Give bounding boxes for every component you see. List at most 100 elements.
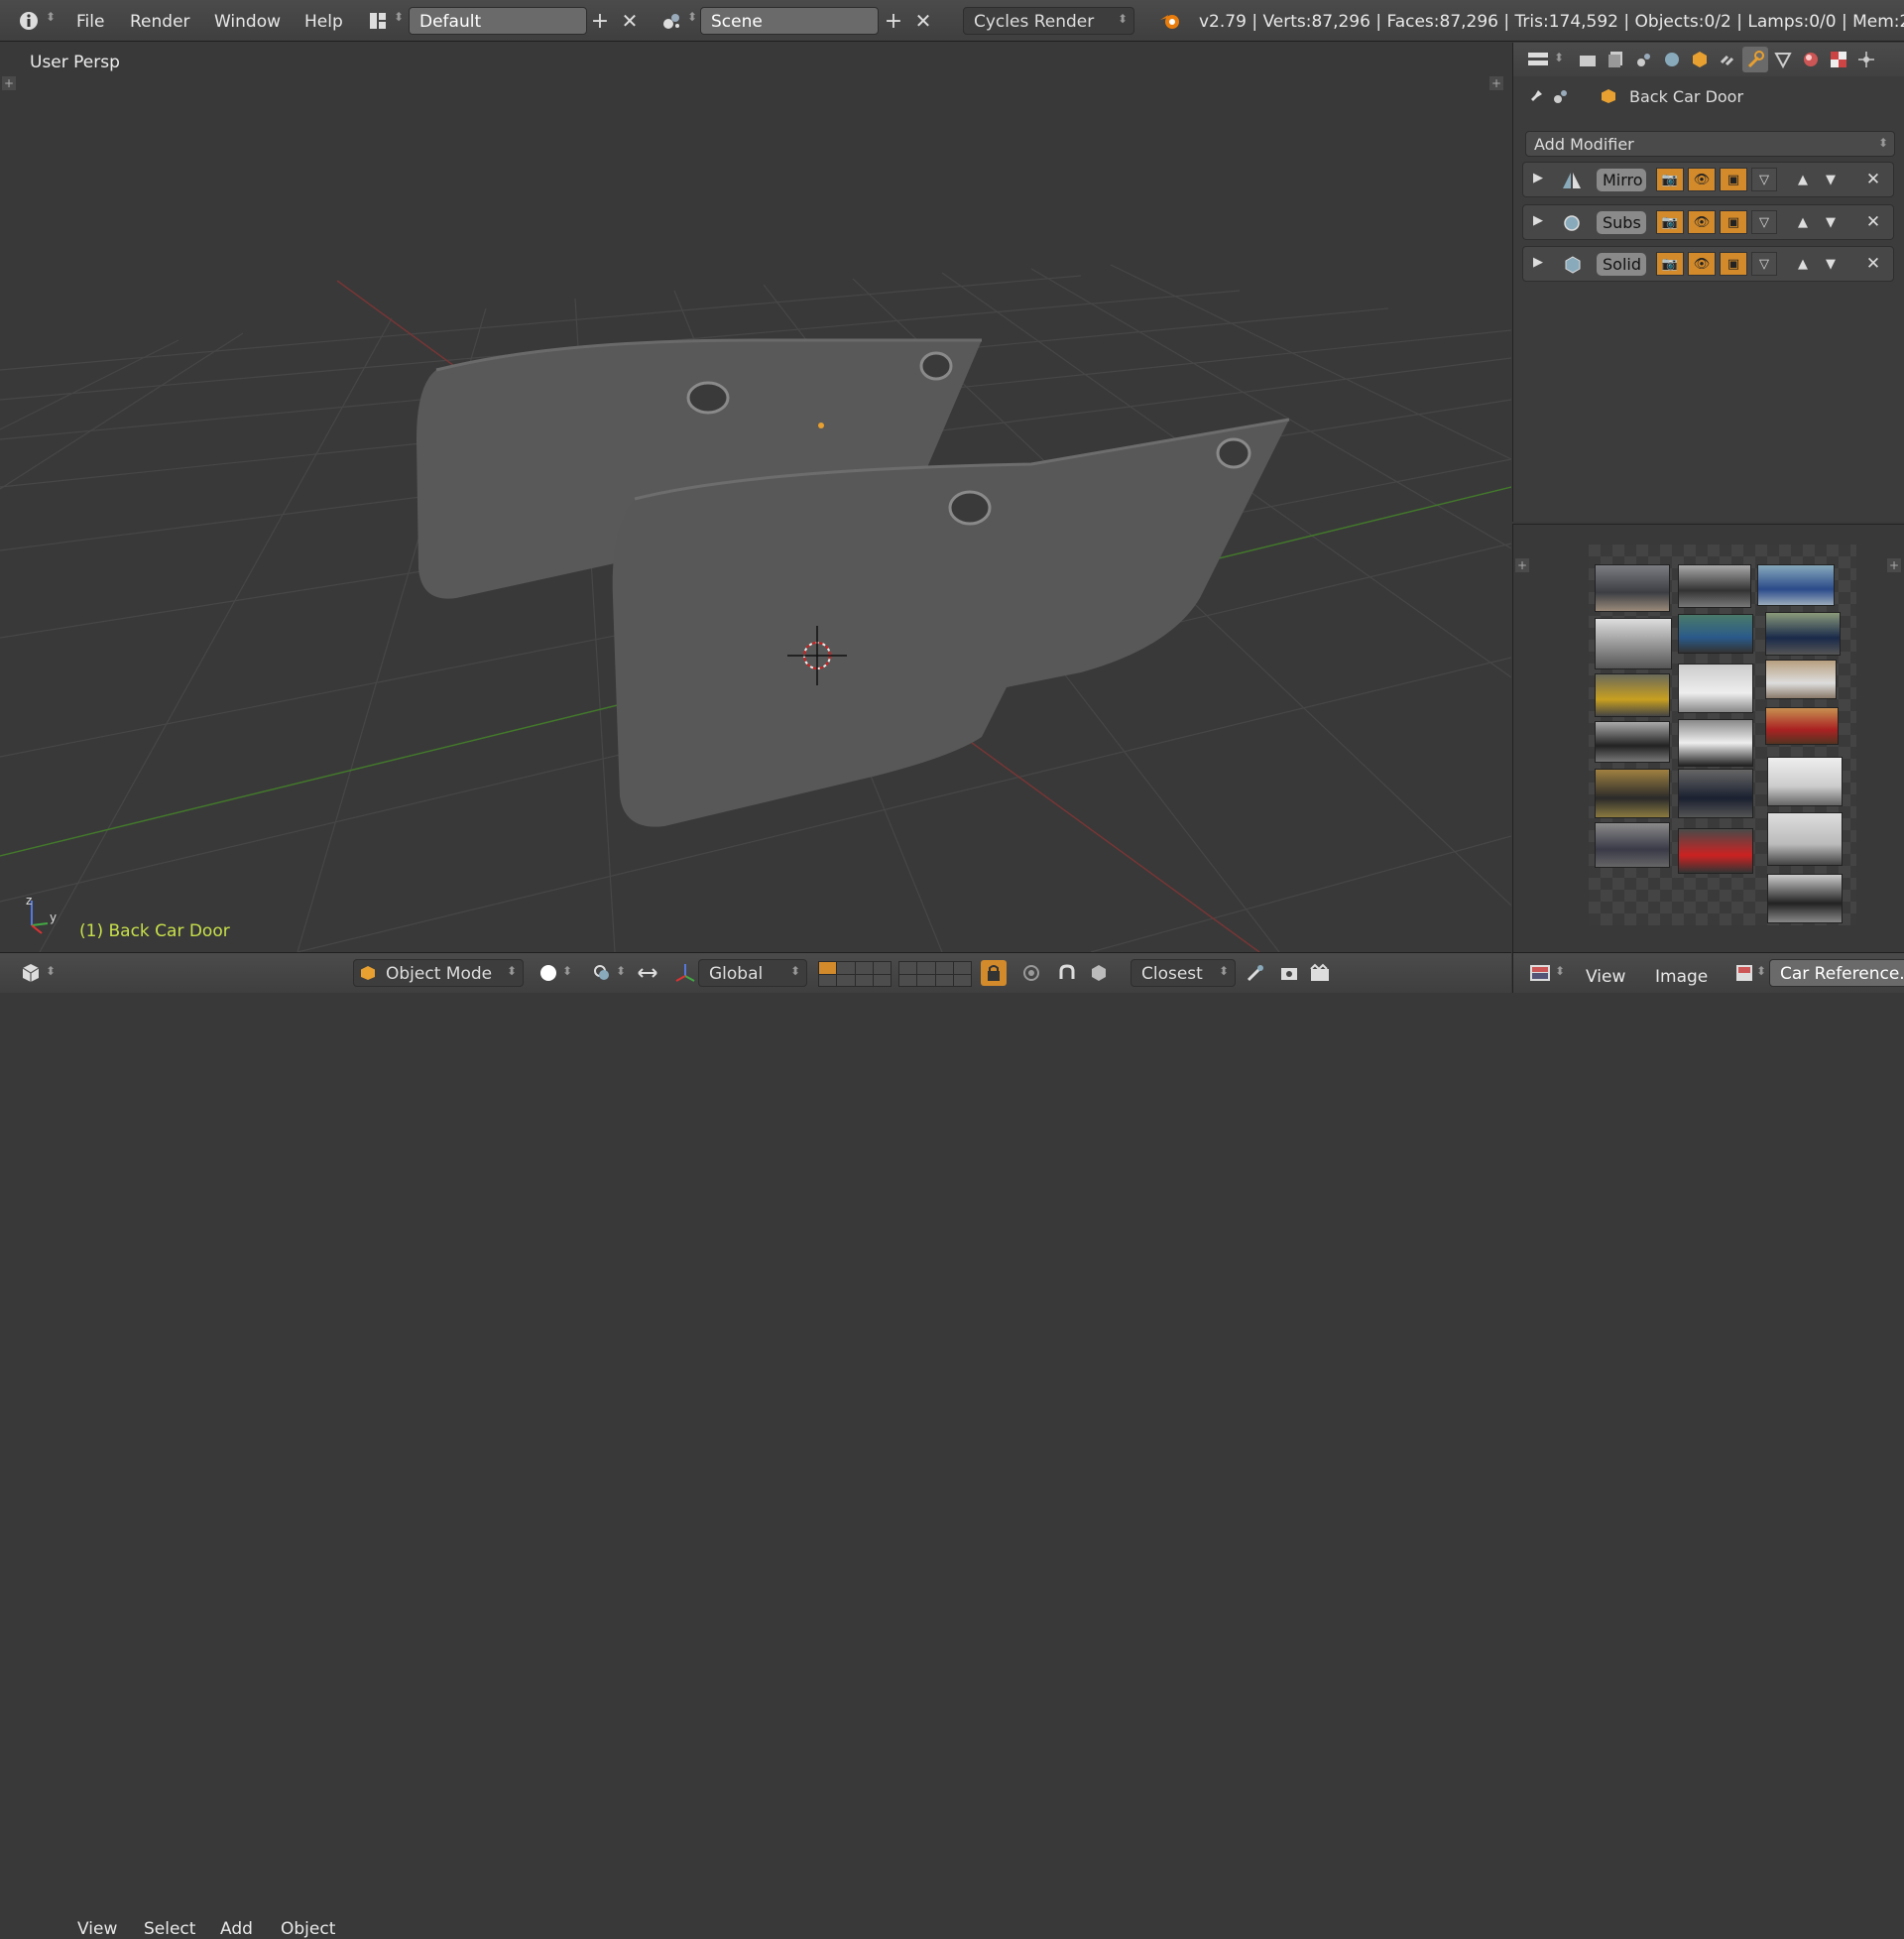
menu-help[interactable]: Help [304, 12, 343, 32]
constraints-tab-icon[interactable] [1715, 47, 1740, 72]
pivot-point-icon[interactable] [589, 960, 615, 986]
cage-toggle-icon[interactable]: ▽ [1751, 168, 1777, 191]
opengl-animation-icon[interactable] [1307, 960, 1333, 986]
browse-image-icon[interactable] [1731, 960, 1757, 986]
viewport-shading-icon[interactable] [536, 960, 561, 986]
layout-name-field[interactable]: Default [409, 7, 587, 35]
manipulator-icon[interactable] [635, 960, 660, 986]
transform-orientation-icon[interactable] [672, 960, 698, 986]
interaction-mode-select[interactable]: Object Mode ⬍ [353, 959, 524, 987]
object-tab-icon[interactable] [1687, 47, 1713, 72]
viewport-toggle-icon[interactable]: 👁 [1688, 168, 1716, 191]
render-toggle-icon[interactable]: 📷 [1656, 210, 1684, 234]
menu-image[interactable]: Image [1655, 967, 1708, 987]
image-sidebar-expand-icon[interactable]: + [1887, 558, 1901, 572]
render-layers-tab-icon[interactable] [1604, 47, 1629, 72]
3d-viewport[interactable]: z y User Persp (1) Back Car Door + + [0, 43, 1511, 952]
props-arrows-icon[interactable]: ⬍ [1554, 51, 1564, 64]
add-modifier-select[interactable]: Add Modifier ⬍ [1525, 131, 1895, 157]
properties-editor-icon[interactable] [1525, 47, 1551, 72]
move-down-icon[interactable]: ▼ [1818, 252, 1844, 276]
physics-tab-icon[interactable] [1853, 47, 1879, 72]
pivot-arrows-icon[interactable]: ⬍ [616, 964, 626, 978]
modifier-row-solidify[interactable]: ▶ Solid 📷 👁 ▣ ▽ ▲ ▼ ✕ [1522, 246, 1894, 282]
scene-layers-group-1[interactable] [818, 961, 892, 987]
3d-view-editor-icon[interactable] [18, 960, 44, 986]
editmode-toggle-icon[interactable]: ▣ [1720, 210, 1747, 234]
layout-arrows-icon[interactable]: ⬍ [394, 10, 404, 24]
lock-camera-to-view-icon[interactable] [981, 960, 1007, 986]
expand-triangle-icon[interactable]: ▶ [1533, 255, 1543, 270]
scene-name-field[interactable]: Scene [700, 7, 879, 35]
viewport-toggle-icon[interactable]: 👁 [1688, 252, 1716, 276]
add-scene-icon[interactable]: + [881, 8, 906, 34]
editor-arrows-icon[interactable]: ⬍ [46, 964, 56, 978]
proportional-edit-icon[interactable] [1018, 960, 1044, 986]
material-tab-icon[interactable] [1798, 47, 1824, 72]
menu-select[interactable]: Select [144, 1919, 195, 1939]
modifier-name-field[interactable]: Solid [1597, 253, 1646, 276]
render-tab-icon[interactable] [1575, 47, 1601, 72]
expand-triangle-icon[interactable]: ▶ [1533, 213, 1543, 228]
cage-toggle-icon[interactable]: ▽ [1751, 252, 1777, 276]
snap-target-select[interactable]: Closest ⬍ [1130, 959, 1236, 987]
render-engine-select[interactable]: Cycles Render ⬍ [963, 7, 1134, 35]
cage-toggle-icon[interactable]: ▽ [1751, 210, 1777, 234]
align-rotation-icon[interactable] [1243, 960, 1268, 986]
scene-icon[interactable] [658, 8, 684, 34]
world-tab-icon[interactable] [1659, 47, 1685, 72]
menu-render[interactable]: Render [130, 12, 190, 32]
modifier-name-field[interactable]: Subs [1597, 211, 1646, 234]
snap-toggle-icon[interactable] [1054, 960, 1080, 986]
orientation-select[interactable]: Global ⬍ [698, 959, 807, 987]
menu-file[interactable]: File [76, 12, 104, 32]
render-toggle-icon[interactable]: 📷 [1656, 252, 1684, 276]
render-toggle-icon[interactable]: 📷 [1656, 168, 1684, 191]
menu-view[interactable]: View [77, 1919, 117, 1939]
move-up-icon[interactable]: ▲ [1790, 252, 1816, 276]
shading-arrows-icon[interactable]: ⬍ [562, 964, 572, 978]
top-header: ⬍ File Render Window Help ⬍ Default + ✕ … [0, 0, 1904, 42]
info-editor-icon[interactable] [16, 8, 42, 34]
data-tab-icon[interactable] [1770, 47, 1796, 72]
menu-window[interactable]: Window [214, 12, 281, 32]
modifiers-tab-icon[interactable] [1742, 47, 1768, 72]
remove-layout-icon[interactable]: ✕ [617, 8, 643, 34]
modifier-name-field[interactable]: Mirro [1597, 169, 1646, 191]
image-editor-type-icon[interactable] [1527, 960, 1553, 986]
modifier-row-mirror[interactable]: ▶ Mirro 📷 👁 ▣ ▽ ▲ ▼ ✕ [1522, 162, 1894, 197]
menu-object[interactable]: Object [281, 1919, 335, 1939]
add-layout-icon[interactable]: + [587, 8, 613, 34]
image-editor-arrows-icon[interactable]: ⬍ [1555, 964, 1565, 978]
move-up-icon[interactable]: ▲ [1790, 210, 1816, 234]
menu-add[interactable]: Add [220, 1919, 253, 1939]
modifier-row-subsurf[interactable]: ▶ Subs 📷 👁 ▣ ▽ ▲ ▼ ✕ [1522, 204, 1894, 240]
snap-element-icon[interactable] [1086, 960, 1112, 986]
remove-modifier-icon[interactable]: ✕ [1860, 252, 1886, 276]
remove-modifier-icon[interactable]: ✕ [1860, 210, 1886, 234]
properties-expand-icon[interactable]: + [1489, 76, 1503, 90]
scene-layers-group-2[interactable] [898, 961, 972, 987]
expand-triangle-icon[interactable]: ▶ [1533, 171, 1543, 185]
move-up-icon[interactable]: ▲ [1790, 168, 1816, 191]
move-down-icon[interactable]: ▼ [1818, 168, 1844, 191]
editor-type-arrows-icon[interactable]: ⬍ [46, 10, 56, 24]
toolshelf-expand-icon[interactable]: + [2, 76, 16, 90]
remove-scene-icon[interactable]: ✕ [910, 8, 936, 34]
viewport-toggle-icon[interactable]: 👁 [1688, 210, 1716, 234]
screen-layout-icon[interactable] [365, 8, 391, 34]
scene-tab-icon[interactable] [1631, 47, 1657, 72]
editmode-toggle-icon[interactable]: ▣ [1720, 168, 1747, 191]
image-toolshelf-expand-icon[interactable]: + [1515, 558, 1529, 572]
pin-icon[interactable] [1523, 83, 1549, 109]
texture-tab-icon[interactable] [1826, 47, 1851, 72]
remove-modifier-icon[interactable]: ✕ [1860, 168, 1886, 191]
image-editor[interactable]: + + [1512, 524, 1904, 953]
move-down-icon[interactable]: ▼ [1818, 210, 1844, 234]
browse-arrows-icon[interactable]: ⬍ [1756, 964, 1766, 978]
opengl-render-icon[interactable] [1277, 960, 1303, 986]
menu-image-view[interactable]: View [1586, 967, 1625, 987]
scene-arrows-icon[interactable]: ⬍ [687, 10, 697, 24]
editmode-toggle-icon[interactable]: ▣ [1720, 252, 1747, 276]
image-name-field[interactable]: Car Reference.p [1769, 959, 1904, 987]
